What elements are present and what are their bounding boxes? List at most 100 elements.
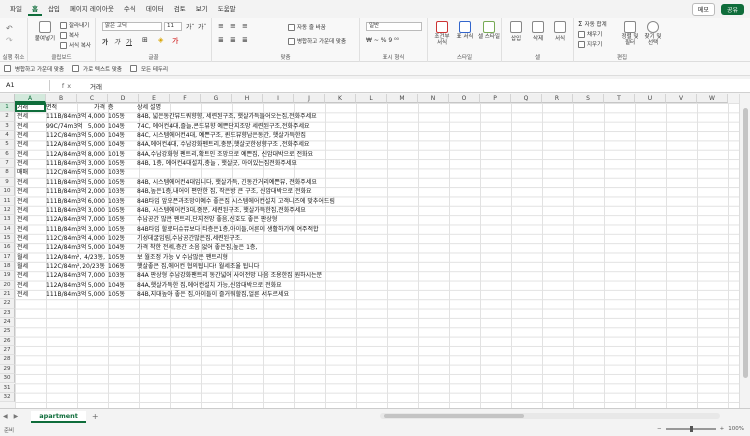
row-header[interactable]: 20 [0, 280, 15, 290]
merge-center-button[interactable]: 병합하고 가운데 맞춤 [288, 37, 346, 45]
data-cell[interactable]: 매매 [17, 168, 28, 177]
data-cell[interactable]: 5,000 [47, 290, 105, 299]
column-header[interactable]: E [139, 94, 170, 103]
row-header[interactable]: 30 [0, 374, 15, 384]
conditional-format-button[interactable]: 조건부 서식 [432, 21, 452, 46]
row-header[interactable]: 3 [0, 121, 15, 132]
row-header[interactable]: 9 [0, 177, 15, 188]
menu-tab[interactable]: 도움말 [214, 2, 240, 16]
quick-merge-button[interactable]: 병합하고 가운데 맞춤 [4, 65, 64, 73]
data-cell[interactable]: 105동 [108, 253, 125, 262]
data-cell[interactable]: 84B, 넓은동간뷰드쿼향향, 세련된구조, 햇살가득들어오는집,전화주세요 [137, 112, 317, 121]
data-cell[interactable]: 4/23동, [47, 253, 105, 262]
row-header[interactable]: 8 [0, 168, 15, 178]
data-cell[interactable]: 5,000 [47, 122, 105, 131]
column-header[interactable]: T [604, 94, 635, 103]
share-button[interactable]: 공유 [720, 4, 744, 15]
column-header[interactable]: N [418, 94, 449, 103]
add-sheet-icon[interactable]: + [92, 412, 99, 421]
font-color-icon[interactable]: 가 [172, 36, 178, 46]
zoom-knob[interactable] [689, 426, 693, 432]
data-cell[interactable]: 104동 [108, 281, 125, 290]
header-cell[interactable]: 가격 [47, 103, 105, 112]
data-cell[interactable]: 7,000 [47, 271, 105, 280]
data-cell[interactable]: 84B, 시스템에어컨4대입니다, 햇살가득, 긴동간거리예쁜뷰, 전화주세요 [137, 178, 317, 187]
paste-button[interactable]: 붙여넣기 [32, 21, 58, 42]
data-cell[interactable]: 전세 [17, 140, 28, 149]
row-header[interactable]: 22 [0, 299, 15, 309]
column-header[interactable]: S [573, 94, 604, 103]
data-cell[interactable]: 전세 [17, 234, 28, 243]
horizontal-scroll-thumb[interactable] [384, 414, 524, 418]
number-format-select[interactable]: 일반 [366, 22, 422, 31]
currency-icon[interactable]: ₩ ~ % 9 ⁰⁰ [366, 37, 399, 44]
align-right-icon[interactable]: ≣ [242, 36, 248, 44]
data-cell[interactable]: 수납공간 많은 펜트리,단지전망 좋음,신호도 좋은 판상형 [137, 215, 277, 224]
row-header[interactable]: 29 [0, 364, 15, 375]
data-cell[interactable]: 105동 [108, 290, 125, 299]
data-cell[interactable]: 햇살좋은 집,에어컨 협의됩니다! 월세조율 됩니다 [137, 262, 259, 271]
data-cell[interactable]: 보 월조정 가능 V 수납많은 팬트리형 [137, 253, 228, 262]
data-cell[interactable]: 월세 [17, 253, 28, 262]
data-cell[interactable]: 5,000 [47, 281, 105, 290]
italic-icon[interactable]: 가 [114, 36, 120, 46]
row-header[interactable]: 7 [0, 159, 15, 169]
data-cell[interactable]: 105동 [108, 159, 125, 168]
data-cell[interactable]: 5,000 [47, 168, 105, 177]
font-size-select[interactable]: 11 [164, 22, 182, 31]
column-header[interactable]: D [108, 94, 139, 103]
data-cell[interactable]: 84B, 시스템에어컨3대,중문, 세련된구조, 햇살가득한집,전화주세요 [137, 206, 306, 215]
data-cell[interactable]: 84B,지대높아 좋은 집,아이들이 즐거워할집,얼른 서두르세요 [137, 290, 289, 299]
quick-align-button[interactable]: 가로 텍스트 맞춤 [72, 65, 122, 73]
data-cell[interactable]: 월세 [17, 262, 28, 271]
column-header[interactable]: O [449, 94, 480, 103]
row-header[interactable]: 16 [0, 243, 15, 253]
menu-tab[interactable]: 보기 [192, 2, 212, 16]
data-cell[interactable]: 전세 [17, 206, 28, 215]
column-header[interactable]: M [387, 94, 418, 103]
row-header[interactable]: 19 [0, 271, 15, 281]
data-cell[interactable]: 84C, 시스템에어컨4대, 예쁜구조, 퀸드뷰향남은동간, 햇살가득한집 [137, 131, 306, 140]
data-cell[interactable]: 105동 [108, 178, 125, 187]
data-cell[interactable]: 104동 [108, 243, 125, 252]
zoom-in-icon[interactable]: + [720, 426, 725, 432]
data-cell[interactable]: 20/23동 [47, 262, 105, 271]
menu-tab[interactable]: 데이터 [142, 2, 168, 16]
data-cell[interactable]: 106동 [108, 262, 125, 271]
sort-filter-button[interactable]: 정렬 및 필터 [620, 21, 640, 46]
column-header[interactable]: R [542, 94, 573, 103]
row-header[interactable]: 1 [0, 103, 15, 113]
bold-icon[interactable]: 가 [102, 36, 108, 46]
header-cell[interactable]: 층 [108, 103, 114, 112]
data-cell[interactable]: 7,000 [47, 215, 105, 224]
redo-icon[interactable]: ↷ [6, 36, 13, 45]
data-cell[interactable]: 3,000 [47, 225, 105, 234]
data-cell[interactable]: 84B,높은1층,내어이 편안한 집, 작은방 큰 구조, 신암대박으로 전화요 [137, 187, 312, 196]
data-cell[interactable]: 전세 [17, 112, 28, 121]
data-cell[interactable]: 3,000 [47, 159, 105, 168]
name-box[interactable]: A1 [2, 80, 50, 91]
align-left-icon[interactable]: ≣ [218, 36, 224, 44]
row-header[interactable]: 25 [0, 327, 15, 337]
data-cell[interactable]: 84B타입 할로터슈뮤보다 타층은1층,아이들,어른이 생활하기에 여주적합 [137, 225, 319, 234]
data-cell[interactable]: 84A,햇살가득한 집,에어컨설치 가능,신암대박으로 전화요 [137, 281, 282, 290]
row-header[interactable]: 26 [0, 336, 15, 347]
undo-icon[interactable]: ↶ [6, 24, 13, 33]
menu-tab[interactable]: 삽입 [44, 2, 64, 16]
table-format-button[interactable]: 표 서식 [455, 21, 475, 40]
column-header[interactable]: I [263, 94, 294, 103]
row-header[interactable]: 17 [0, 252, 15, 262]
data-cell[interactable]: 전세 [17, 187, 28, 196]
column-header[interactable]: K [325, 94, 356, 103]
data-cell[interactable]: 전세 [17, 150, 28, 159]
cut-button[interactable]: 잘라내기 [60, 21, 89, 29]
data-cell[interactable]: 103동 [108, 197, 125, 206]
sheet-next-icon[interactable]: ▶ [11, 413, 22, 420]
row-header[interactable]: 27 [0, 346, 15, 356]
row-header[interactable]: 31 [0, 383, 15, 393]
vertical-scrollbar[interactable] [739, 94, 750, 408]
column-header[interactable]: A [15, 94, 46, 103]
data-cell[interactable]: 103동 [108, 168, 125, 177]
column-header[interactable]: L [356, 94, 387, 103]
data-cell[interactable]: 103동 [108, 187, 125, 196]
